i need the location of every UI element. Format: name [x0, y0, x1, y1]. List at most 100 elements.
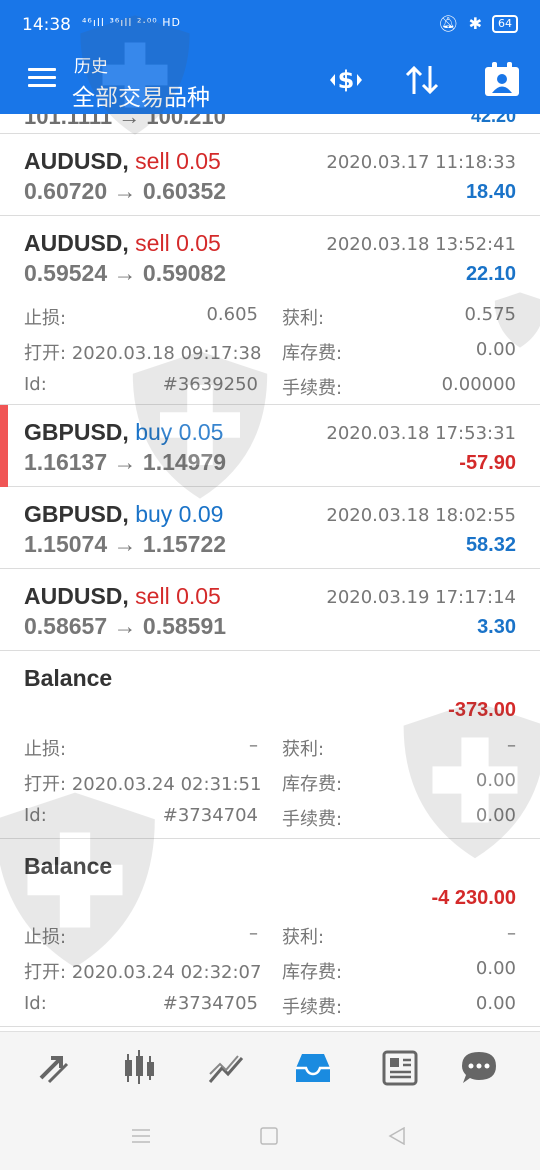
trade-symbol: GBPUSD, [24, 419, 129, 445]
trade-profit: 22.10 [465, 263, 516, 285]
selection-marker [0, 405, 8, 487]
tp-value: – [507, 735, 516, 756]
status-bar: 14:38 ⁴⁶ıll ³⁶ıll ²·⁰⁰ HD 🔕︎ ✱ 64 [0, 0, 540, 48]
swap-value: 0.00 [475, 958, 516, 979]
back-icon[interactable] [388, 1127, 406, 1145]
history-list[interactable]: 101.1111 → 100.210 42.20 AUDUSD, sell 0.… [0, 114, 540, 1027]
trade-prices: 1.15074 → 1.15722 [24, 531, 227, 557]
trade-profit: 18.40 [465, 181, 516, 203]
signal-indicators: ⁴⁶ıll ³⁶ıll ²·⁰⁰ HD [82, 16, 181, 29]
tp-value: 0.575 [464, 304, 516, 325]
chat-icon[interactable] [459, 1048, 499, 1088]
trade-icon[interactable] [35, 1048, 75, 1088]
open-value: 2020.03.18 09:17:38 [71, 343, 262, 364]
trade-row[interactable]: AUDUSD, sell 0.05 0.60720 → 0.60352 2020… [0, 134, 540, 216]
trade-side: sell [135, 583, 170, 609]
fee-value: 0.00000 [441, 374, 516, 395]
trade-datetime: 2020.03.17 11:18:33 [326, 152, 516, 173]
swap-label: 库存费: [282, 962, 343, 983]
trade-row[interactable]: GBPUSD, buy 0.09 1.15074 → 1.15722 2020.… [0, 487, 540, 569]
balance-title: Balance [24, 853, 113, 879]
open-label: 打开: [24, 962, 67, 983]
id-value: #3734704 [162, 805, 258, 826]
trade-symbol: AUDUSD, [24, 148, 129, 174]
sort-icon[interactable] [402, 60, 442, 100]
recents-icon[interactable] [131, 1127, 151, 1145]
sl-label: 止损: [24, 739, 67, 760]
trade-prices: 0.58657 → 0.58591 [24, 613, 227, 639]
trade-datetime: 2020.03.19 17:17:14 [326, 587, 516, 608]
balance-title: Balance [24, 665, 113, 691]
balance-row[interactable]: Balance -373.00 止损: – 获利: – 打开: 2020.03.… [0, 651, 540, 839]
detail-row: Id: #3734704 手续费: 0.00 [24, 805, 516, 835]
id-value: #3734705 [162, 993, 258, 1014]
open-label: 打开: [24, 343, 67, 364]
tp-label: 获利: [282, 308, 325, 329]
page-title: 历史 [74, 57, 108, 77]
news-icon[interactable] [380, 1048, 420, 1088]
swap-value: 0.00 [475, 339, 516, 360]
trade-prices: 0.60720 → 0.60352 [24, 178, 227, 204]
home-icon[interactable] [260, 1127, 278, 1145]
status-time: 14:38 [22, 15, 71, 35]
menu-icon[interactable] [28, 68, 56, 88]
trade-prices: 101.1111 → 100.210 [24, 114, 226, 129]
trade-symbol: GBPUSD, [24, 501, 129, 527]
trade-profit: 58.32 [465, 534, 516, 556]
history-icon[interactable] [293, 1048, 333, 1088]
id-label: Id: [24, 993, 47, 1014]
detail-row: 止损: – 获利: – [24, 923, 516, 953]
fee-value: 0.00 [475, 993, 516, 1014]
balance-amount: -373.00 [448, 699, 516, 721]
trade-row-expanded[interactable]: AUDUSD, sell 0.05 0.59524 → 0.59082 2020… [0, 216, 540, 405]
trade-volume: 0.09 [178, 501, 224, 527]
sl-label: 止损: [24, 927, 67, 948]
trade-volume: 0.05 [176, 230, 221, 256]
trade-profit: 3.30 [477, 616, 516, 638]
detail-row: 止损: 0.605 获利: 0.575 [24, 304, 516, 334]
open-value: 2020.03.24 02:31:51 [71, 774, 262, 795]
detail-row: 打开: 2020.03.24 02:32:07 库存费: 0.00 [24, 958, 516, 988]
sl-value: 0.605 [206, 304, 258, 325]
battery-indicator: 64 [492, 15, 518, 33]
sl-value: – [249, 923, 258, 944]
sl-label: 止损: [24, 308, 67, 329]
chart-icon[interactable] [206, 1048, 246, 1088]
detail-row: Id: #3639250 手续费: 0.00000 [24, 374, 516, 404]
trade-prices: 0.59524 → 0.59082 [24, 260, 227, 286]
swap-label: 库存费: [282, 774, 343, 795]
trade-side: buy [135, 419, 173, 445]
detail-row: Id: #3734705 手续费: 0.00 [24, 993, 516, 1023]
swap-value: 0.00 [475, 770, 516, 791]
balance-row[interactable]: Balance -4 230.00 止损: – 获利: – 打开: 2020.0… [0, 839, 540, 1027]
tp-value: – [507, 923, 516, 944]
detail-row: 打开: 2020.03.24 02:31:51 库存费: 0.00 [24, 770, 516, 800]
trade-symbol: AUDUSD, [24, 583, 129, 609]
quotes-icon[interactable] [120, 1048, 160, 1088]
period-icon[interactable] [482, 60, 522, 100]
app-bar: 14:38 ⁴⁶ıll ³⁶ıll ²·⁰⁰ HD 🔕︎ ✱ 64 历史 全部交… [0, 0, 540, 114]
trade-row[interactable]: GBPUSD, buy 0.05 1.16137 → 1.14979 2020.… [0, 405, 540, 487]
currency-exchange-icon[interactable]: $ [326, 60, 366, 100]
tp-label: 获利: [282, 739, 325, 760]
trade-datetime: 2020.03.18 17:53:31 [326, 423, 516, 444]
trade-volume: 0.05 [176, 148, 221, 174]
bottom-tab-bar [0, 1031, 540, 1103]
open-value: 2020.03.24 02:32:07 [71, 962, 262, 983]
trade-row[interactable]: AUDUSD, sell 0.05 0.58657 → 0.58591 2020… [0, 569, 540, 651]
trade-side: sell [135, 230, 170, 256]
balance-amount: -4 230.00 [431, 887, 516, 909]
symbol-filter[interactable]: 全部交易品种 [72, 78, 210, 112]
trade-side: sell [135, 148, 170, 174]
sl-value: – [249, 735, 258, 756]
detail-row: 止损: – 获利: – [24, 735, 516, 765]
list-item-partial[interactable]: 101.1111 → 100.210 42.20 [0, 114, 540, 134]
bluetooth-icon: ✱ [468, 16, 482, 33]
system-nav-bar [0, 1103, 540, 1170]
fee-label: 手续费: [282, 997, 343, 1018]
mute-icon: 🔕︎ [438, 16, 459, 33]
trade-side: buy [135, 501, 173, 527]
trade-datetime: 2020.03.18 13:52:41 [326, 234, 516, 255]
fee-label: 手续费: [282, 378, 343, 399]
id-label: Id: [24, 374, 47, 395]
